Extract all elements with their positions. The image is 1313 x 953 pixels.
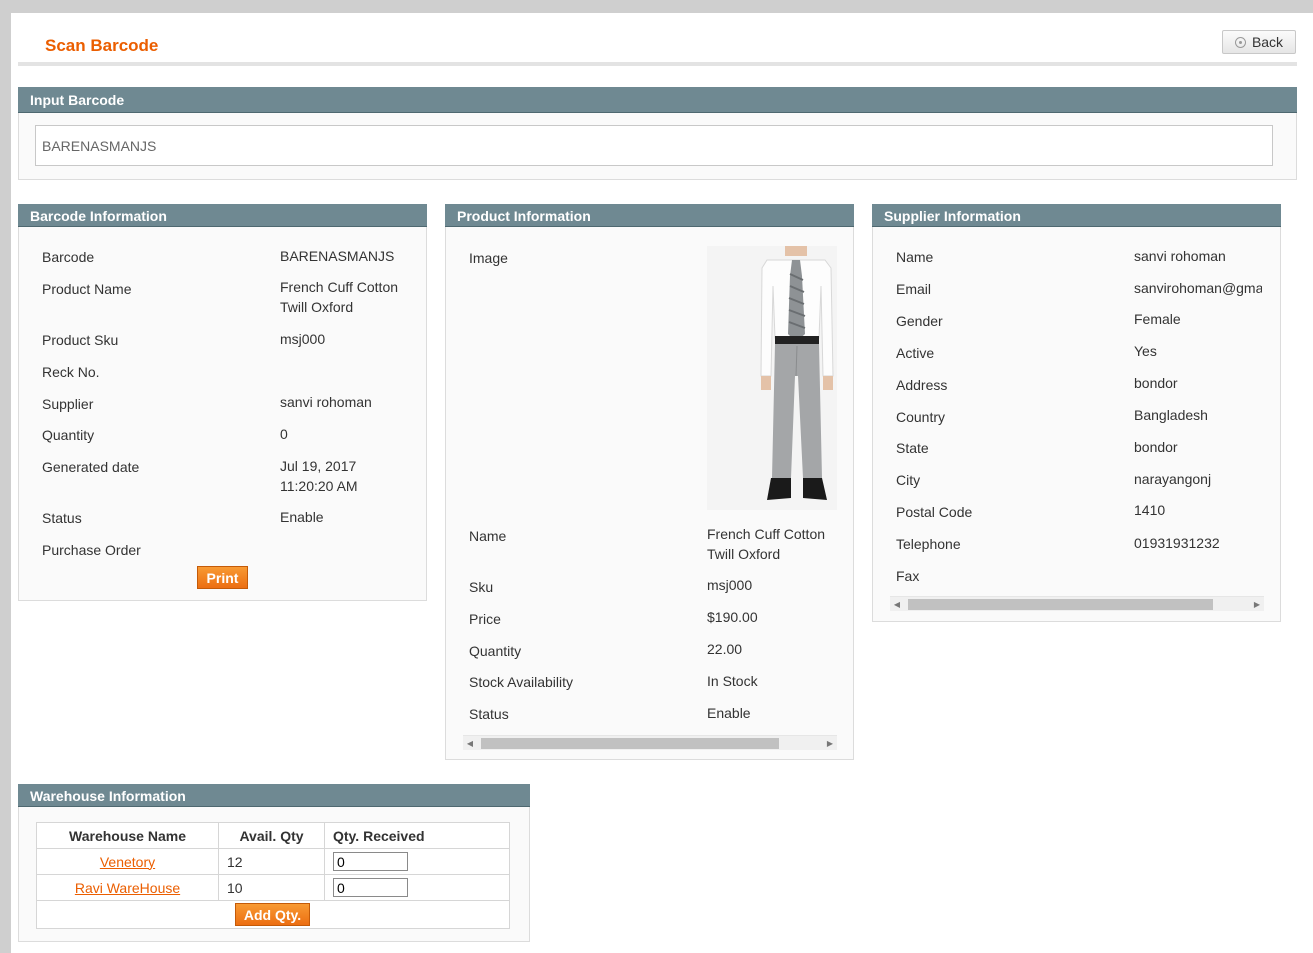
column-header: Avail. Qty bbox=[218, 822, 325, 849]
city-label: City bbox=[896, 472, 921, 488]
product-image bbox=[707, 246, 837, 510]
address-label: Address bbox=[896, 377, 948, 393]
product-sku-value: msj000 bbox=[280, 331, 326, 347]
product-status-value: Enable bbox=[707, 705, 751, 721]
warehouse-table-header-row: Warehouse Name Avail. Qty Qty. Received bbox=[36, 822, 510, 849]
arrow-left-icon[interactable]: ◀ bbox=[463, 736, 477, 751]
telephone-value: 01931931232 bbox=[1134, 535, 1220, 551]
postal-code-label: Postal Code bbox=[896, 504, 973, 520]
circle-dot-icon bbox=[1234, 36, 1246, 48]
title-divider bbox=[18, 62, 1297, 66]
email-label: Email bbox=[896, 281, 932, 297]
warehouse-info-header: Warehouse Information bbox=[18, 784, 530, 807]
quantity-value: 0 bbox=[280, 426, 288, 442]
barcode-value: BARENASMANJS bbox=[280, 248, 395, 264]
product-quantity-value: 22.00 bbox=[707, 641, 743, 657]
price-label: Price bbox=[469, 611, 501, 627]
status-label: Status bbox=[42, 510, 82, 526]
telephone-label: Telephone bbox=[896, 536, 961, 552]
barcode-info-header: Barcode Information bbox=[18, 204, 427, 227]
arrow-right-icon[interactable]: ▶ bbox=[1250, 597, 1264, 612]
supplier-scroll-thumb[interactable] bbox=[908, 599, 1213, 610]
supplier-name-label: Name bbox=[896, 249, 934, 265]
state-label: State bbox=[896, 440, 929, 456]
purchase-order-label: Purchase Order bbox=[42, 542, 141, 558]
stock-availability-label: Stock Availability bbox=[469, 674, 574, 690]
supplier-label: Supplier bbox=[42, 396, 94, 412]
product-name-value: French Cuff Cotton Twill Oxford bbox=[280, 279, 399, 315]
product-name-value: French Cuff Cotton Twill Oxford bbox=[707, 526, 826, 562]
table-row: Ravi WareHouse 10 bbox=[36, 874, 510, 901]
table-row: Venetory 12 bbox=[36, 848, 510, 875]
qty-received-cell bbox=[324, 848, 510, 875]
product-photo-icon bbox=[760, 246, 834, 500]
gender-value: Female bbox=[1134, 311, 1181, 327]
page-title: Scan Barcode bbox=[45, 36, 159, 55]
state-value: bondor bbox=[1134, 439, 1178, 455]
avail-qty-cell: 12 bbox=[218, 848, 325, 875]
print-button[interactable]: Print bbox=[197, 566, 248, 589]
reck-no-label: Reck No. bbox=[42, 364, 100, 380]
back-button[interactable]: Back bbox=[1222, 30, 1296, 54]
country-label: Country bbox=[896, 409, 946, 425]
input-barcode-header: Input Barcode bbox=[18, 87, 1297, 113]
gender-label: Gender bbox=[896, 313, 943, 329]
arrow-left-icon[interactable]: ◀ bbox=[890, 597, 904, 612]
supplier-info-header: Supplier Information bbox=[872, 204, 1281, 227]
quantity-label: Quantity bbox=[42, 427, 95, 443]
country-value: Bangladesh bbox=[1134, 407, 1208, 423]
active-value: Yes bbox=[1134, 343, 1157, 359]
back-button-label: Back bbox=[1251, 34, 1284, 50]
generated-date-label: Generated date bbox=[42, 459, 140, 475]
supplier-value: sanvi rohoman bbox=[280, 394, 372, 410]
city-value: narayangonj bbox=[1134, 471, 1212, 487]
email-value: sanvirohoman@gmail.com bbox=[1134, 280, 1262, 296]
barcode-label: Barcode bbox=[42, 249, 95, 265]
product-info-header: Product Information bbox=[445, 204, 854, 227]
product-scroll-thumb[interactable] bbox=[481, 738, 779, 749]
warehouse-link[interactable]: Ravi WareHouse bbox=[75, 880, 180, 896]
price-value: $190.00 bbox=[707, 609, 758, 625]
active-label: Active bbox=[896, 345, 935, 361]
sku-value: msj000 bbox=[707, 577, 753, 593]
qty-received-input[interactable] bbox=[333, 878, 408, 897]
status-value: Enable bbox=[280, 509, 324, 525]
supplier-name-value: sanvi rohoman bbox=[1134, 248, 1226, 264]
product-scrollbar[interactable]: ◀ ▶ bbox=[463, 735, 837, 750]
qty-received-cell bbox=[324, 874, 510, 901]
avail-qty-cell: 10 bbox=[218, 874, 325, 901]
warehouse-name-cell: Venetory bbox=[36, 848, 219, 875]
address-value: bondor bbox=[1134, 375, 1178, 391]
sku-label: Sku bbox=[469, 579, 494, 595]
postal-code-value: 1410 bbox=[1134, 502, 1166, 518]
warehouse-name-cell: Ravi WareHouse bbox=[36, 874, 219, 901]
column-header: Warehouse Name bbox=[36, 822, 219, 849]
product-status-label: Status bbox=[469, 706, 509, 722]
add-qty-button[interactable]: Add Qty. bbox=[235, 903, 310, 926]
product-sku-label: Product Sku bbox=[42, 332, 119, 348]
column-header: Qty. Received bbox=[324, 822, 510, 849]
product-name-label: Product Name bbox=[42, 281, 132, 297]
barcode-input[interactable] bbox=[35, 125, 1273, 166]
generated-date-value: Jul 19, 2017 11:20:20 AM bbox=[280, 458, 358, 494]
product-name-label: Name bbox=[469, 528, 507, 544]
arrow-right-icon[interactable]: ▶ bbox=[823, 736, 837, 751]
supplier-scrollbar[interactable]: ◀ ▶ bbox=[890, 596, 1264, 611]
fax-label: Fax bbox=[896, 568, 920, 584]
qty-received-input[interactable] bbox=[333, 852, 408, 871]
image-label: Image bbox=[469, 250, 508, 266]
stock-availability-value: In Stock bbox=[707, 673, 758, 689]
warehouse-link[interactable]: Venetory bbox=[100, 854, 155, 870]
product-quantity-label: Quantity bbox=[469, 643, 522, 659]
